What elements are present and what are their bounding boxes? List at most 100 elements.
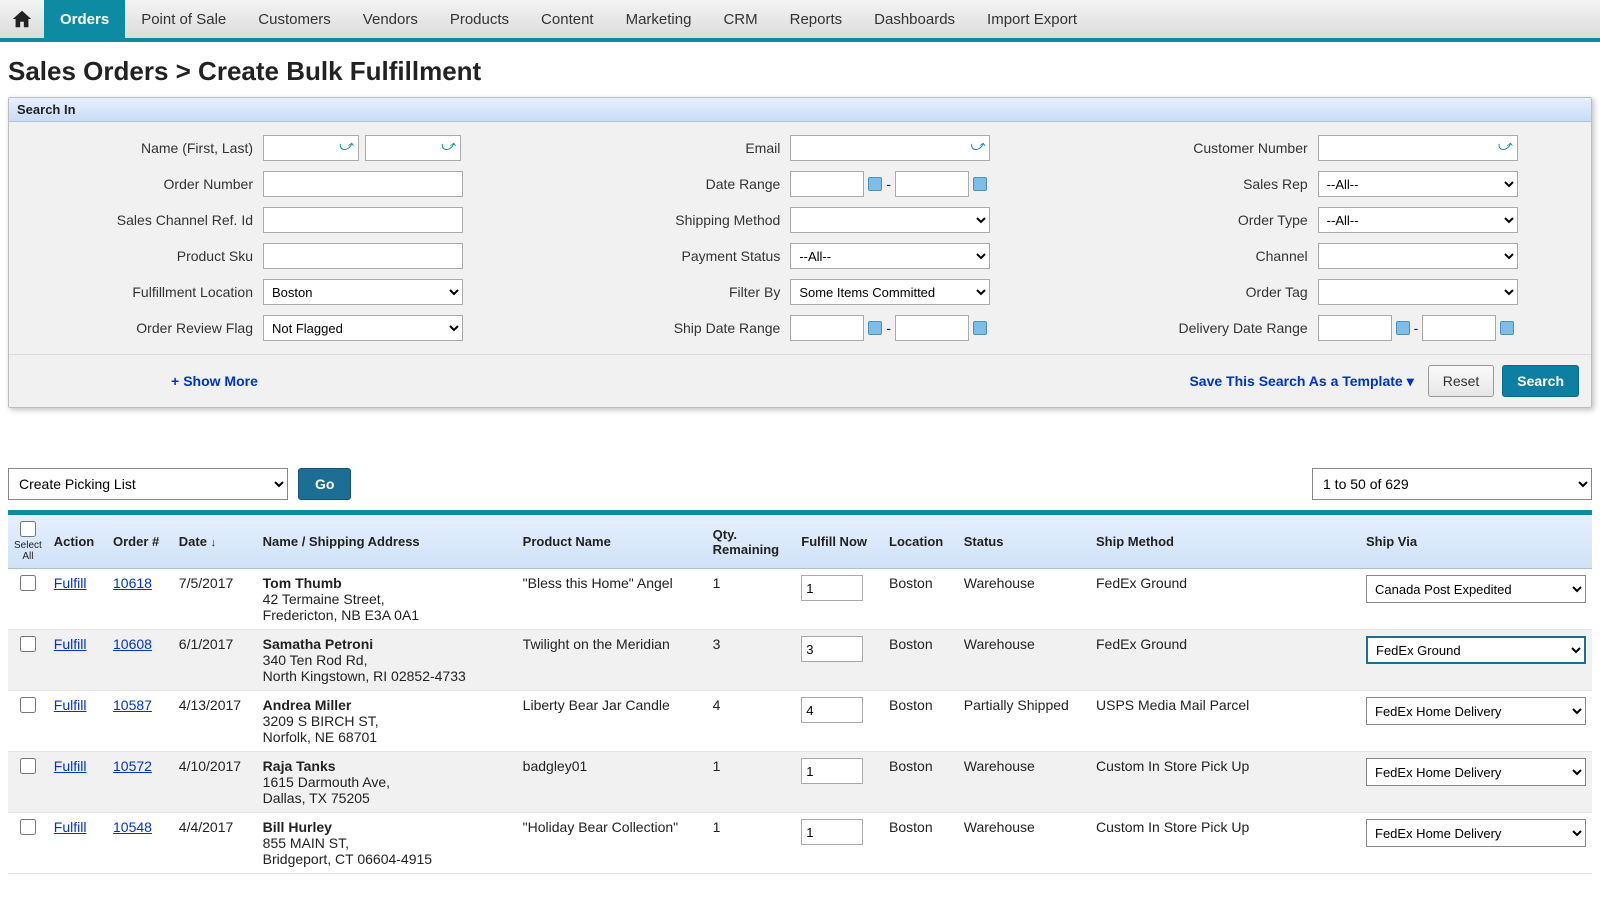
nav-tab-customers[interactable]: Customers (242, 0, 347, 38)
go-button[interactable]: Go (298, 468, 351, 500)
order-link[interactable]: 10587 (113, 697, 152, 713)
row-checkbox[interactable] (20, 697, 36, 713)
search-button[interactable]: Search (1502, 365, 1579, 397)
col-product[interactable]: Product Name (517, 515, 707, 569)
cell-qty-remaining: 3 (707, 630, 796, 691)
select-all-checkbox[interactable] (20, 521, 36, 537)
ship-via-select[interactable]: FedEx Home Delivery (1366, 697, 1586, 725)
nav-tab-marketing[interactable]: Marketing (610, 0, 708, 38)
ship-via-select[interactable]: FedEx Home Delivery (1366, 758, 1586, 786)
bulk-action-bar: Create Picking List Go 1 to 50 of 629 (0, 428, 1600, 510)
row-checkbox[interactable] (20, 636, 36, 652)
fulfill-link[interactable]: Fulfill (54, 575, 87, 591)
cell-location: Boston (883, 630, 958, 691)
date-to-input[interactable] (895, 171, 969, 197)
label-fulfillment-location: Fulfillment Location (9, 284, 259, 300)
bulk-action-select[interactable]: Create Picking List (8, 468, 288, 500)
last-name-input[interactable] (365, 135, 461, 161)
order-link[interactable]: 10618 (113, 575, 152, 591)
calendar-icon[interactable] (973, 321, 987, 335)
fulfill-now-input[interactable] (801, 819, 863, 845)
filter-by-select[interactable]: Some Items Committed (790, 279, 990, 305)
row-checkbox[interactable] (20, 575, 36, 591)
pagination-select[interactable]: 1 to 50 of 629 (1312, 468, 1592, 500)
email-input[interactable] (790, 135, 990, 161)
product-sku-input[interactable] (263, 243, 463, 269)
date-from-input[interactable] (790, 171, 864, 197)
nav-tab-point-of-sale[interactable]: Point of Sale (125, 0, 242, 38)
col-date[interactable]: Date ↓ (173, 515, 257, 569)
col-name-addr[interactable]: Name / Shipping Address (257, 515, 517, 569)
nav-tab-content[interactable]: Content (525, 0, 610, 38)
order-link[interactable]: 10572 (113, 758, 152, 774)
nav-tab-dashboards[interactable]: Dashboards (858, 0, 971, 38)
fulfill-now-input[interactable] (801, 758, 863, 784)
col-action[interactable]: Action (48, 515, 107, 569)
cell-date: 4/4/2017 (173, 813, 257, 874)
calendar-icon[interactable] (868, 321, 882, 335)
fulfill-link[interactable]: Fulfill (54, 697, 87, 713)
col-ship-method[interactable]: Ship Method (1090, 515, 1360, 569)
nav-tab-crm[interactable]: CRM (707, 0, 773, 38)
calendar-icon[interactable] (868, 177, 882, 191)
home-button[interactable] (0, 0, 44, 38)
col-fulfill-now[interactable]: Fulfill Now (795, 515, 883, 569)
nav-tab-vendors[interactable]: Vendors (347, 0, 434, 38)
payment-status-select[interactable]: --All-- (790, 243, 990, 269)
ship-via-select[interactable]: FedEx Ground (1366, 636, 1586, 664)
calendar-icon[interactable] (1396, 321, 1410, 335)
label-filter-by: Filter By (536, 284, 786, 300)
delivery-date-from-input[interactable] (1318, 315, 1392, 341)
fulfill-now-input[interactable] (801, 575, 863, 601)
shipping-method-select[interactable] (790, 207, 990, 233)
row-checkbox[interactable] (20, 819, 36, 835)
cell-status: Warehouse (958, 569, 1090, 630)
order-type-select[interactable]: --All-- (1318, 207, 1518, 233)
nav-tab-orders[interactable]: Orders (44, 0, 125, 38)
col-order-no[interactable]: Order # (107, 515, 173, 569)
col-qty-remaining[interactable]: Qty.Remaining (707, 515, 796, 569)
order-tag-select[interactable] (1318, 279, 1518, 305)
order-link[interactable]: 10608 (113, 636, 152, 652)
col-status[interactable]: Status (958, 515, 1090, 569)
nav-tab-products[interactable]: Products (434, 0, 525, 38)
ship-date-to-input[interactable] (895, 315, 969, 341)
label-channel-ref: Sales Channel Ref. Id (9, 212, 259, 228)
delivery-date-to-input[interactable] (1422, 315, 1496, 341)
col-ship-via[interactable]: Ship Via (1360, 515, 1592, 569)
fulfill-link[interactable]: Fulfill (54, 636, 87, 652)
fulfillment-location-select[interactable]: Boston (263, 279, 463, 305)
first-name-input[interactable] (263, 135, 359, 161)
ship-date-from-input[interactable] (790, 315, 864, 341)
calendar-icon[interactable] (973, 177, 987, 191)
fulfill-link[interactable]: Fulfill (54, 819, 87, 835)
ship-via-select[interactable]: Canada Post Expedited (1366, 575, 1586, 603)
col-location[interactable]: Location (883, 515, 958, 569)
sales-channel-ref-input[interactable] (263, 207, 463, 233)
search-header: Search In (9, 98, 1591, 122)
label-shipping-method: Shipping Method (536, 212, 786, 228)
reset-button[interactable]: Reset (1428, 365, 1495, 397)
row-checkbox[interactable] (20, 758, 36, 774)
label-customer-number: Customer Number (1064, 140, 1314, 156)
cell-product: Twilight on the Meridian (517, 630, 707, 691)
show-more-link[interactable]: +Show More (171, 373, 258, 389)
save-search-template-link[interactable]: Save This Search As a Template▾ (1189, 373, 1413, 390)
fulfill-now-input[interactable] (801, 697, 863, 723)
fulfill-link[interactable]: Fulfill (54, 758, 87, 774)
order-number-input[interactable] (263, 171, 463, 197)
nav-tab-reports[interactable]: Reports (774, 0, 859, 38)
cell-ship-method: FedEx Ground (1090, 569, 1360, 630)
cell-qty-remaining: 1 (707, 569, 796, 630)
ship-via-select[interactable]: FedEx Home Delivery (1366, 819, 1586, 847)
customer-number-input[interactable] (1318, 135, 1518, 161)
order-link[interactable]: 10548 (113, 819, 152, 835)
orders-grid: Select All Action Order # Date ↓ Name / … (8, 510, 1592, 874)
sales-rep-select[interactable]: --All-- (1318, 171, 1518, 197)
calendar-icon[interactable] (1500, 321, 1514, 335)
fulfill-now-input[interactable] (801, 636, 863, 662)
cell-ship-method: Custom In Store Pick Up (1090, 752, 1360, 813)
channel-select[interactable] (1318, 243, 1518, 269)
order-review-flag-select[interactable]: Not Flagged (263, 315, 463, 341)
nav-tab-import-export[interactable]: Import Export (971, 0, 1093, 38)
